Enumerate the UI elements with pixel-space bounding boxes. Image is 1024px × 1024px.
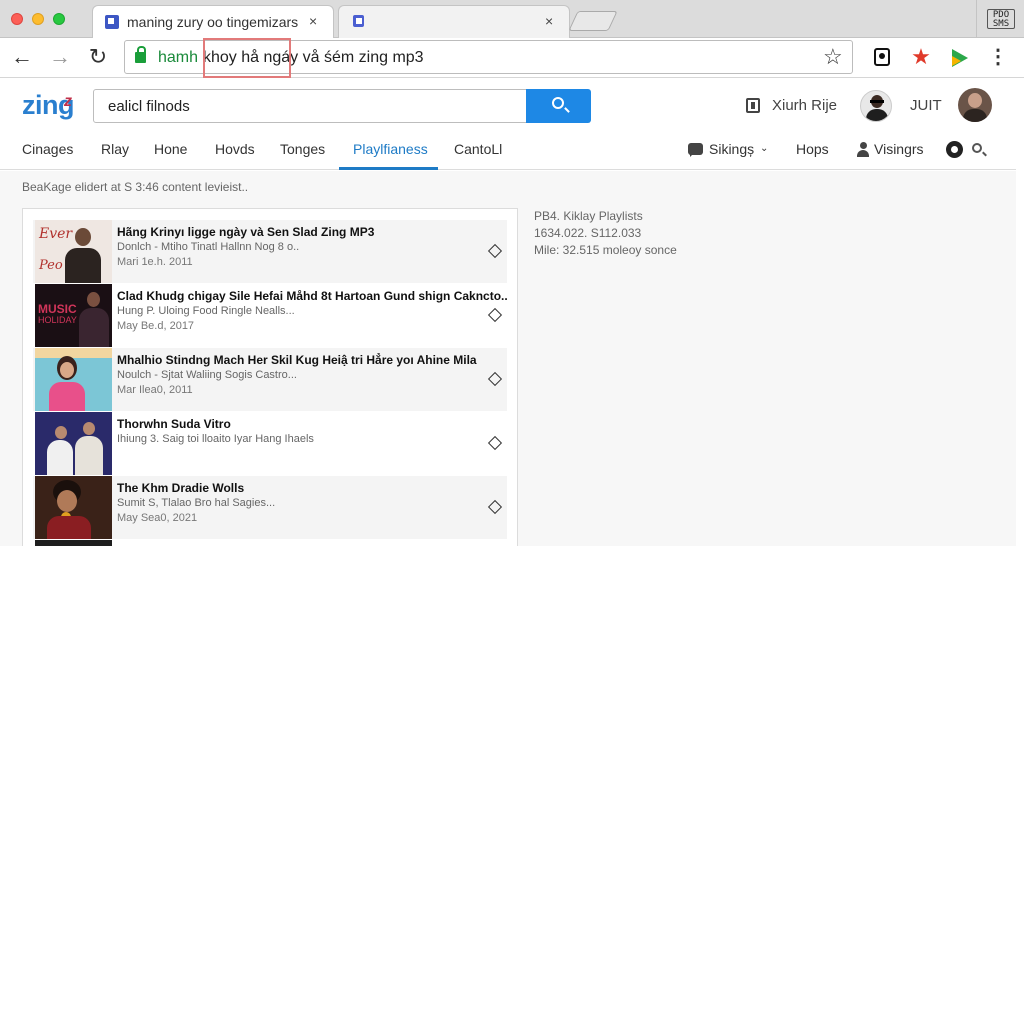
active-tab-indicator — [339, 167, 438, 170]
nav-item-hone[interactable]: Hone — [154, 141, 187, 157]
results-list: Ever Peo Hãng Krinyı ligge ngày và Sen S… — [22, 208, 518, 546]
tab-close-icon[interactable]: × — [309, 13, 317, 29]
tab-close-icon[interactable]: × — [545, 13, 553, 29]
top-extension-icon[interactable]: PDO SMS — [987, 9, 1015, 29]
category-nav: Cinages Rlay Hone Hovds Tonges Playlfian… — [0, 133, 1016, 170]
song-date: Mari 1e.h. 2011 — [117, 256, 193, 268]
diamond-icon[interactable] — [487, 371, 503, 387]
list-item[interactable]: Mhalhio Stindng Mach Her Skil Kug Heiậ t… — [33, 348, 507, 411]
search-value: ealicl filnods — [108, 98, 190, 115]
song-artist: Sumit S, Tlalao Bro hal Sagies... — [117, 497, 276, 509]
nav-item-tonges[interactable]: Tonges — [280, 141, 325, 157]
playlist-stats: 1634.022. S112.033 — [534, 226, 642, 240]
list-item[interactable]: Ever Peo Hãng Krinyı ligge ngày và Sen S… — [33, 220, 507, 283]
url-scheme: hamh — [158, 49, 199, 66]
account-label[interactable]: JUIT — [910, 97, 942, 114]
disc-icon[interactable] — [946, 141, 963, 158]
song-date: May Be.d, 2017 — [117, 320, 195, 332]
close-window-button[interactable] — [11, 13, 23, 25]
nav-item-cinages[interactable]: Cinages — [22, 141, 73, 157]
song-artist: Hung P. Uloing Food Ringle Nealls... — [117, 305, 295, 317]
search-button[interactable] — [526, 89, 591, 123]
settings-dropdown[interactable]: Sikingș — [709, 141, 754, 157]
browser-tab-2[interactable]: × — [338, 5, 570, 38]
user-link[interactable]: Xiurh Rije — [772, 97, 837, 114]
diamond-icon[interactable] — [487, 243, 503, 259]
song-title[interactable]: The Khm Dradie Wolls — [117, 481, 507, 495]
play-store-ext-icon[interactable] — [948, 46, 972, 70]
thumbnail-image[interactable]: Ever Peo — [35, 220, 112, 283]
camera-ext-icon[interactable] — [870, 46, 894, 70]
tab-title: maning zury oo tingemizars — [127, 14, 299, 30]
song-title[interactable]: Thorwhn Suda Vitro — [117, 417, 507, 431]
minimize-window-button[interactable] — [32, 13, 44, 25]
new-tab-button[interactable] — [568, 11, 618, 31]
top-extension-area: PDO SMS — [976, 0, 1024, 38]
song-date: Mar Ilea0, 2011 — [117, 384, 193, 396]
user-icon — [857, 142, 869, 158]
site-favicon-icon — [105, 15, 119, 29]
star-icon[interactable]: ☆ — [823, 44, 843, 70]
song-title[interactable]: Hãng Krinyı ligge ngày và Sen Slad Zing … — [117, 225, 507, 239]
browser-tab-bar: maning zury oo tingemizars × × PDO SMS — [0, 0, 1024, 38]
maximize-window-button[interactable] — [53, 13, 65, 25]
forward-icon[interactable]: → — [46, 44, 74, 72]
site-favicon-icon — [353, 15, 364, 27]
song-artist: Donlch - Mtiho Tinatl Hallnn Nog 8 o.. — [117, 241, 300, 253]
thumbnail-image[interactable] — [35, 348, 112, 411]
thumbnail-image[interactable] — [35, 476, 112, 539]
list-item[interactable]: The Khm Dradie Wolls Sumit S, Tlalao Bro… — [33, 476, 507, 539]
browser-toolbar: ← → ↻ hamh khoy hå ngáy vå śém zing mp3 … — [0, 38, 1024, 78]
lock-icon — [135, 46, 146, 63]
song-title[interactable]: Clad Khudg chigay Sile Hefai Måhd 8t Har… — [117, 289, 507, 303]
url-selection-highlight — [203, 38, 291, 78]
content-area: BeaKage elidert at S 3:46 content leviei… — [0, 171, 1016, 546]
song-title[interactable]: Mhalhio Stindng Mach Her Skil Kug Heiậ t… — [117, 353, 507, 367]
red-star-ext-icon[interactable]: ★ — [909, 46, 933, 70]
search-icon — [552, 97, 564, 109]
message-icon — [688, 143, 703, 157]
diamond-icon[interactable] — [487, 499, 503, 515]
diamond-icon[interactable] — [487, 307, 503, 323]
list-item[interactable] — [33, 540, 507, 546]
search-input[interactable]: ealicl filnods — [93, 89, 527, 123]
thumbnail-image[interactable] — [35, 540, 112, 546]
nav-item-hovds[interactable]: Hovds — [215, 141, 255, 157]
browser-tab-1[interactable]: maning zury oo tingemizars × — [92, 5, 334, 38]
upload-icon[interactable] — [746, 98, 760, 113]
back-icon[interactable]: ← — [8, 44, 36, 72]
thumbnail-image[interactable]: MUSIC HOLIDAY — [35, 284, 112, 347]
profile-avatar[interactable] — [958, 88, 992, 122]
song-date: May Sea0, 2021 — [117, 512, 198, 524]
nav-item-visingrs[interactable]: Visingrs — [874, 141, 924, 157]
menu-icon[interactable]: ⋮ — [986, 46, 1010, 70]
playlist-meta: Mile: 32.515 moleoy sonce — [534, 243, 677, 257]
list-item[interactable]: MUSIC HOLIDAY Clad Khudg chigay Sile Hef… — [33, 284, 507, 347]
site-header: zing z ealicl filnods Xiurh Rije JUIT — [0, 79, 1024, 133]
song-artist: Noulch - Sjtat Waliing Sogis Castro... — [117, 369, 297, 381]
nav-item-rlay[interactable]: Rlay — [101, 141, 129, 157]
results-notice: BeaKage elidert at S 3:46 content leviei… — [22, 180, 249, 194]
playlist-info: PB4. Kiklay Playlists 1634.022. S112.033… — [534, 208, 677, 259]
thumbnail-image[interactable] — [35, 412, 112, 475]
logo-mark: z — [64, 93, 72, 110]
list-item[interactable]: Thorwhn Suda Vitro Ihiung 3. Saig toi ll… — [33, 412, 507, 475]
address-bar[interactable]: hamh khoy hå ngáy vå śém zing mp3 ☆ — [124, 38, 853, 78]
nav-item-hops[interactable]: Hops — [796, 141, 829, 157]
avatar[interactable] — [860, 90, 892, 122]
song-artist: Ihiung 3. Saig toi lloaito Iyar Hang Iha… — [117, 433, 314, 445]
nav-item-playlists[interactable]: Playlfianess — [353, 141, 428, 157]
chevron-down-icon[interactable]: ⌄ — [760, 143, 768, 154]
diamond-icon[interactable] — [487, 435, 503, 451]
nav-item-cantoll[interactable]: CantoLl — [454, 141, 502, 157]
playlist-label: PB4. Kiklay Playlists — [534, 209, 643, 223]
search-icon[interactable] — [972, 143, 982, 153]
reload-icon[interactable]: ↻ — [84, 44, 112, 72]
